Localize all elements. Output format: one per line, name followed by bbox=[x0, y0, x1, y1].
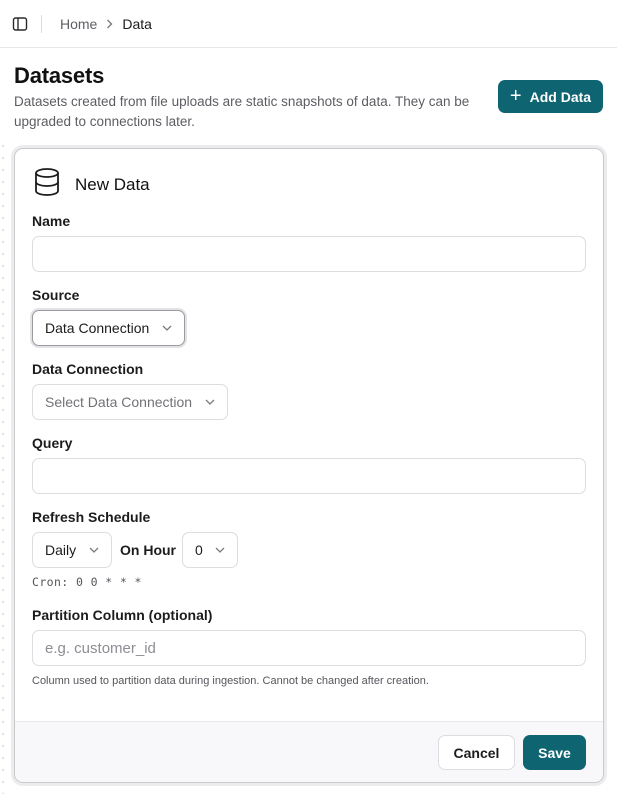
database-icon bbox=[33, 167, 61, 202]
chevron-down-icon bbox=[162, 325, 172, 331]
chevron-down-icon bbox=[89, 547, 99, 553]
add-data-label: Add Data bbox=[529, 88, 592, 105]
frequency-select[interactable]: Daily bbox=[32, 532, 112, 568]
breadcrumb-home-link[interactable]: Home bbox=[60, 16, 97, 32]
source-select-value: Data Connection bbox=[45, 320, 150, 336]
plus-icon: + bbox=[509, 84, 522, 107]
card-footer: Cancel Save bbox=[15, 721, 603, 782]
add-data-button[interactable]: + Add Data bbox=[498, 80, 603, 113]
name-input[interactable] bbox=[32, 236, 586, 272]
card-title: New Data bbox=[75, 174, 150, 194]
sidebar-toggle-icon[interactable] bbox=[0, 0, 40, 48]
partition-column-input[interactable] bbox=[32, 630, 586, 666]
hour-select-value: 0 bbox=[195, 542, 203, 558]
left-edge-artifact bbox=[0, 140, 6, 794]
chevron-down-icon bbox=[205, 399, 215, 405]
source-select[interactable]: Data Connection bbox=[32, 310, 185, 346]
query-input[interactable] bbox=[32, 458, 586, 494]
save-button[interactable]: Save bbox=[523, 735, 586, 770]
name-label: Name bbox=[32, 213, 71, 229]
refresh-schedule-label: Refresh Schedule bbox=[32, 509, 151, 525]
cancel-button[interactable]: Cancel bbox=[438, 735, 515, 770]
source-label: Source bbox=[32, 287, 80, 303]
page-title: Datasets bbox=[14, 63, 105, 88]
partition-column-helper: Column used to partition data during ing… bbox=[32, 675, 429, 687]
top-bar: Home Data bbox=[0, 0, 617, 48]
new-data-card: New Data Name Source Data Connection Dat… bbox=[14, 148, 604, 783]
page-description: Datasets created from file uploads are s… bbox=[14, 94, 470, 129]
chevron-down-icon bbox=[215, 547, 225, 553]
query-label: Query bbox=[32, 435, 73, 451]
divider bbox=[41, 14, 42, 33]
breadcrumb: Home Data bbox=[60, 16, 152, 32]
card-header: New Data bbox=[33, 167, 150, 202]
data-connection-label: Data Connection bbox=[32, 361, 144, 377]
data-connection-placeholder: Select Data Connection bbox=[45, 394, 193, 410]
frequency-select-value: Daily bbox=[45, 542, 77, 558]
cron-expression: Cron: 0 0 * * * bbox=[32, 575, 142, 589]
breadcrumb-current: Data bbox=[122, 15, 152, 32]
data-connection-select[interactable]: Select Data Connection bbox=[32, 384, 228, 420]
on-hour-label: On Hour bbox=[120, 542, 176, 558]
chevron-right-icon bbox=[106, 19, 113, 29]
partition-column-label: Partition Column (optional) bbox=[32, 607, 213, 623]
hour-select[interactable]: 0 bbox=[182, 532, 238, 568]
